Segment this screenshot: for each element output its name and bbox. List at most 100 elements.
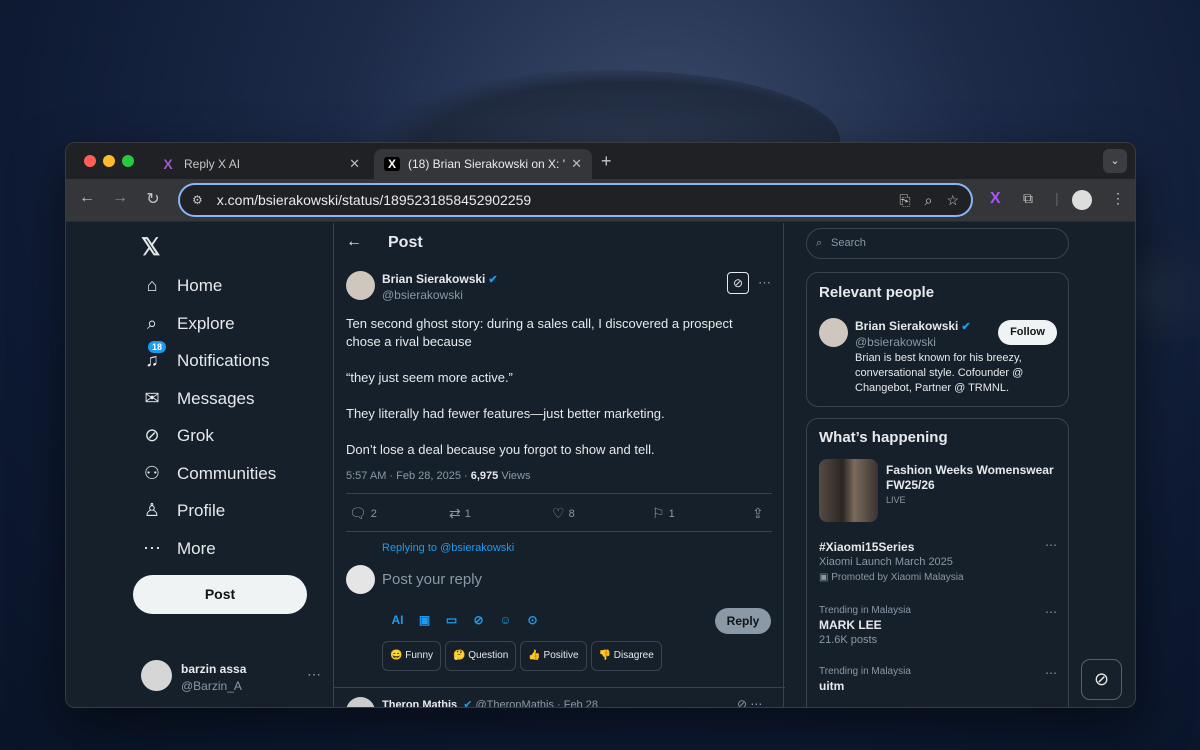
next-reply-header[interactable]: Theron Mathis ✔ @TheronMathis · Feb 28	[382, 698, 598, 708]
views-label: Views	[498, 470, 531, 482]
nav-grok[interactable]: ⊘ Grok	[141, 425, 213, 446]
verified-badge-icon: ✔	[488, 274, 498, 286]
divider	[346, 493, 772, 494]
browser-menu-icon[interactable]: ⋮	[1111, 190, 1125, 207]
trend-item[interactable]: Trending in Malaysia uitm ⋯	[819, 666, 1057, 693]
grok-icon[interactable]: ⊘ ⋯	[737, 697, 762, 707]
grok-icon: ⊘	[144, 425, 160, 445]
person-name[interactable]: Brian Sierakowski ✔	[855, 319, 971, 333]
nav-more[interactable]: ⋯ More	[141, 538, 216, 559]
tweet-actions: 🗨 2 ⇄ 1 ♡ 8 ⚐ 1 ⇪	[346, 505, 772, 525]
reply-action[interactable]: 🗨 2	[349, 505, 377, 522]
chip-positive[interactable]: 👍 Positive	[520, 641, 587, 671]
nav-messages[interactable]: ✉ Messages	[141, 388, 254, 409]
tab-brian-post[interactable]: X (18) Brian Sierakowski on X: ' ✕	[374, 149, 592, 179]
site-settings-icon[interactable]: ⚙	[192, 193, 203, 207]
chip-question[interactable]: 🤔 Question	[445, 641, 517, 671]
tweet-time[interactable]: 5:57 AM · Feb 28, 2025 ·	[346, 470, 471, 482]
gif-icon[interactable]: ▭	[438, 613, 465, 627]
more-horizontal-icon[interactable]: ⋯	[1045, 538, 1057, 552]
avatar[interactable]	[346, 697, 375, 707]
back-button[interactable]: ←	[76, 189, 98, 207]
reply-x-extension-icon[interactable]: X	[990, 190, 1001, 208]
grok-icon[interactable]: ⊘	[465, 613, 492, 627]
chip-funny[interactable]: 😄 Funny	[382, 641, 442, 671]
like-action[interactable]: ♡ 8	[552, 505, 575, 522]
address-bar[interactable]: ⚙ x.com/bsierakowski/status/189523185845…	[178, 183, 973, 217]
extensions-puzzle-icon[interactable]: ⧉	[1023, 190, 1033, 207]
follow-button[interactable]: Follow	[998, 320, 1057, 345]
bookmark-star-icon[interactable]: ☆	[946, 192, 959, 209]
emoji-icon[interactable]: ☺	[492, 613, 519, 627]
nav-communities[interactable]: ⚇ Communities	[141, 463, 276, 484]
minimize-window-button[interactable]	[103, 155, 115, 167]
grok-floating-button[interactable]: ⊘	[1081, 659, 1122, 700]
close-tab-icon[interactable]: ✕	[571, 156, 582, 172]
reply-date: · Feb 28	[557, 699, 598, 708]
share-action[interactable]: ⇪	[752, 505, 768, 522]
person-handle[interactable]: @bsierakowski	[855, 335, 936, 349]
avatar	[141, 660, 172, 691]
search-icon: ⌕	[146, 313, 158, 333]
grok-explain-icon[interactable]: ⊘	[727, 272, 749, 294]
tab-reply-x-ai[interactable]: X Reply X AI ✕	[150, 149, 370, 179]
bookmark-count: 1	[668, 507, 675, 520]
person-icon: ♙	[143, 500, 161, 520]
ai-icon[interactable]: AI	[384, 613, 411, 627]
chip-disagree[interactable]: 👎 Disagree	[590, 641, 662, 671]
close-tab-icon[interactable]: ✕	[349, 156, 360, 172]
x-favicon-icon: X	[384, 157, 400, 171]
reply-input[interactable]: Post your reply	[382, 571, 482, 588]
avatar[interactable]	[346, 271, 375, 300]
close-window-button[interactable]	[84, 155, 96, 167]
maximize-window-button[interactable]	[122, 155, 134, 167]
install-app-icon[interactable]: ⎘	[899, 192, 910, 209]
nav-label: Profile	[177, 500, 226, 520]
new-tab-button[interactable]: +	[601, 151, 612, 172]
replying-to-prefix: Replying to	[382, 542, 441, 554]
trend-title: MARK LEE	[819, 618, 882, 632]
reply-button[interactable]: Reply	[715, 608, 771, 634]
author-handle[interactable]: @bsierakowski	[382, 288, 463, 302]
author-name[interactable]: Brian Sierakowski ✔	[382, 272, 498, 286]
account-switcher[interactable]: barzin assa @Barzin_A ⋯	[141, 660, 321, 696]
panel-title: Relevant people	[819, 284, 935, 301]
location-icon[interactable]: ⊙	[519, 613, 546, 627]
forward-button[interactable]: →	[109, 189, 131, 207]
verified-badge-icon: ✔	[463, 699, 473, 708]
url-text[interactable]: x.com/bsierakowski/status/18952318584529…	[217, 192, 886, 208]
nav-notifications[interactable]: ♫ 18 Notifications	[141, 341, 270, 371]
zoom-icon[interactable]: ⌕	[925, 192, 933, 209]
reply-toolbar: AI ▣ ▭ ⊘ ☺ ⊙	[384, 613, 546, 627]
more-horizontal-icon[interactable]: ⋯	[758, 275, 771, 291]
trend-item[interactable]: #Xiaomi15Series Xiaomi Launch March 2025…	[819, 538, 1057, 583]
tab-bar: X Reply X AI ✕ X (18) Brian Sierakowski …	[66, 143, 1135, 179]
repost-action[interactable]: ⇄ 1	[449, 505, 471, 522]
more-horizontal-icon[interactable]: ⋯	[307, 666, 321, 683]
bookmark-action[interactable]: ⚐ 1	[652, 505, 675, 522]
replying-to-handle[interactable]: @bsierakowski	[440, 542, 514, 554]
post-button[interactable]: Post	[133, 575, 307, 614]
x-logo-icon[interactable]: 𝕏	[141, 233, 160, 262]
more-horizontal-icon[interactable]: ⋯	[1045, 666, 1057, 680]
profile-avatar[interactable]	[1072, 190, 1092, 210]
nav-label: Communities	[177, 463, 277, 483]
nav-explore[interactable]: ⌕ Explore	[141, 313, 235, 334]
account-handle: @Barzin_A	[181, 679, 242, 693]
search-input[interactable]: ⌕ Search	[806, 228, 1069, 259]
image-icon[interactable]: ▣	[411, 613, 438, 627]
trend-thumbnail[interactable]	[819, 459, 878, 522]
trend-title: uitm	[819, 679, 845, 693]
avatar[interactable]	[819, 318, 848, 347]
avatar	[346, 565, 375, 594]
tab-search-button[interactable]: ⌄	[1103, 149, 1127, 173]
featured-trend-title[interactable]: Fashion Weeks Womenswear FW25/26	[886, 463, 1056, 493]
trend-item[interactable]: Trending in Malaysia MARK LEE 21.6K post…	[819, 605, 1057, 646]
back-arrow-icon[interactable]: ←	[346, 233, 362, 251]
nav-label: Messages	[177, 388, 255, 408]
more-horizontal-icon[interactable]: ⋯	[1045, 605, 1057, 619]
nav-home[interactable]: ⌂ Home	[141, 275, 223, 296]
reload-button[interactable]: ↻	[142, 189, 164, 209]
envelope-icon: ✉	[144, 388, 160, 408]
nav-profile[interactable]: ♙ Profile	[141, 500, 225, 521]
